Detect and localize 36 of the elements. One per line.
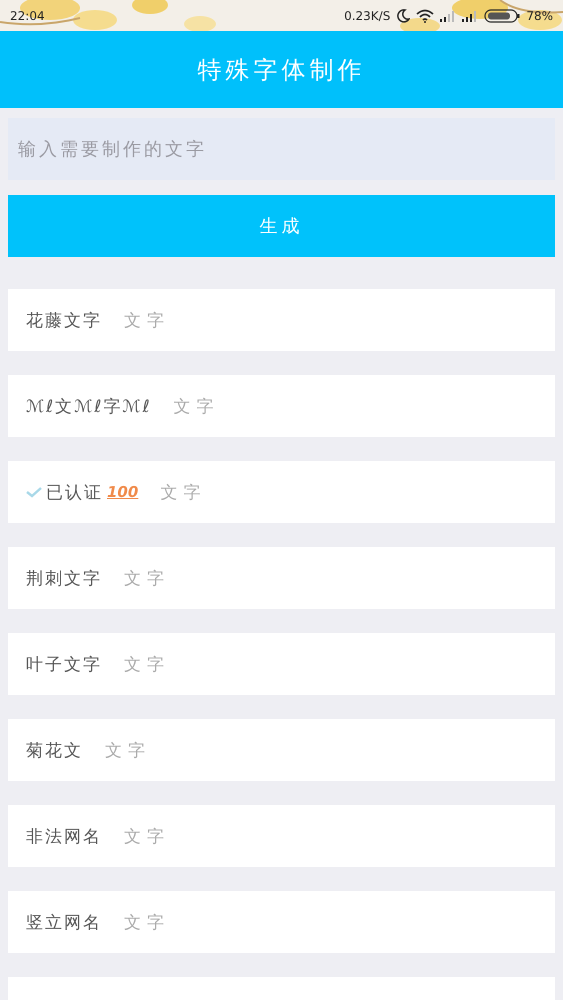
battery-percent: 78% <box>526 8 553 22</box>
clock-time: 22:04 <box>10 8 45 22</box>
sample-text: 文字 <box>105 740 151 762</box>
app-title: 特殊字体制作 <box>198 54 366 86</box>
sample-text: 文字 <box>124 912 170 934</box>
sample-text: 文字 <box>124 568 170 590</box>
moon-icon <box>396 8 410 22</box>
sample-text: 文字 <box>124 654 170 676</box>
sample-text: 文字 <box>160 482 206 504</box>
battery-icon <box>484 8 520 22</box>
style-name: 荆刺文字 <box>26 568 102 590</box>
style-name: 花藤文字 <box>26 310 102 332</box>
style-name: 已认证 <box>46 482 103 504</box>
sample-text: 文字 <box>174 396 220 418</box>
list-item[interactable]: 非法网名 文字 <box>8 805 555 867</box>
style-name: 非法网名 <box>26 826 102 848</box>
wifi-icon <box>416 8 434 22</box>
network-speed: 0.23K/S <box>344 8 390 22</box>
style-name: 叶子文字 <box>26 654 102 676</box>
signal-icon <box>440 10 456 22</box>
hundred-points-label: 100 <box>107 483 138 501</box>
list-item[interactable]: 叶子文字 文字 <box>8 633 555 695</box>
check-icon <box>26 486 42 498</box>
sample-text: 文字 <box>124 310 170 332</box>
list-item[interactable]: ℳℓ文ℳℓ字ℳℓ 文字 <box>8 375 555 437</box>
signal-icon <box>462 10 478 22</box>
style-name: 菊花文 <box>26 740 83 762</box>
list-item[interactable]: 已认证 100 文字 <box>8 461 555 523</box>
list-item[interactable]: 竖立网名 文字 <box>8 891 555 953</box>
list-item[interactable]: 荆刺文字 文字 <box>8 547 555 609</box>
text-input-field[interactable]: 输入需要制作的文字 <box>8 118 555 180</box>
sample-text: 文字 <box>124 826 170 848</box>
list-item[interactable]: 花藤文字 文字 <box>8 289 555 351</box>
style-name: ℳℓ文ℳℓ字ℳℓ <box>26 396 152 418</box>
style-name: 竖立网名 <box>26 912 102 934</box>
list-item[interactable]: 菊花文 文字 <box>8 719 555 781</box>
